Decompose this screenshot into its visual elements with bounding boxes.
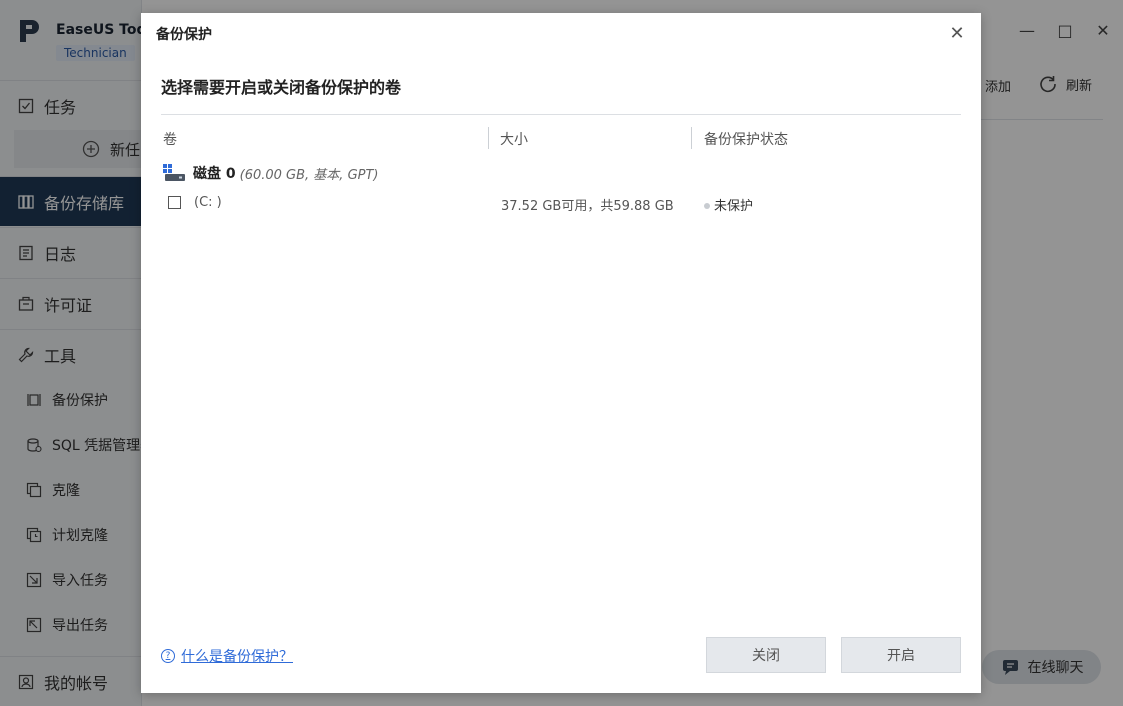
help-link-label: 什么是备份保护？ — [181, 649, 293, 665]
disk-detail: (60.00 GB, 基本, GPT) — [239, 167, 379, 183]
column-separator[interactable] — [691, 127, 692, 149]
close-button[interactable]: 关闭 — [706, 637, 826, 673]
dialog-divider — [161, 114, 961, 115]
volume-size: 37.52 GB可用，共59.88 GB — [501, 199, 674, 214]
volume-row: (C: ) 37.52 GB可用，共59.88 GB 未保护 — [168, 195, 968, 217]
volume-status: 未保护 — [714, 199, 754, 214]
close-icon[interactable]: ✕ — [947, 23, 967, 44]
column-header-status[interactable]: 备份保护状态 — [704, 129, 788, 149]
dialog-subtitle: 选择需要开启或关闭备份保护的卷 — [161, 78, 402, 97]
column-header-size[interactable]: 大小 — [500, 129, 528, 149]
question-icon: ? — [161, 649, 175, 663]
disk-row: 磁盘 0 (60.00 GB, 基本, GPT) — [163, 163, 379, 183]
backup-protection-dialog: 备份保护 ✕ 选择需要开启或关闭备份保护的卷 卷 大小 备份保护状态 磁盘 0 … — [141, 13, 981, 693]
volume-checkbox[interactable] — [168, 196, 181, 209]
help-link[interactable]: ? 什么是备份保护？ — [161, 646, 293, 666]
enable-button-label: 开启 — [887, 648, 915, 664]
dialog-title: 备份保护 — [156, 27, 212, 43]
enable-button[interactable]: 开启 — [841, 637, 961, 673]
column-header-volume[interactable]: 卷 — [163, 129, 177, 149]
disk-icon — [163, 164, 185, 182]
volume-name: (C: ) — [194, 195, 222, 210]
column-separator[interactable] — [488, 127, 489, 149]
disk-name: 磁盘 0 — [193, 166, 236, 182]
status-dot-icon — [704, 203, 710, 209]
close-button-label: 关闭 — [752, 648, 780, 664]
